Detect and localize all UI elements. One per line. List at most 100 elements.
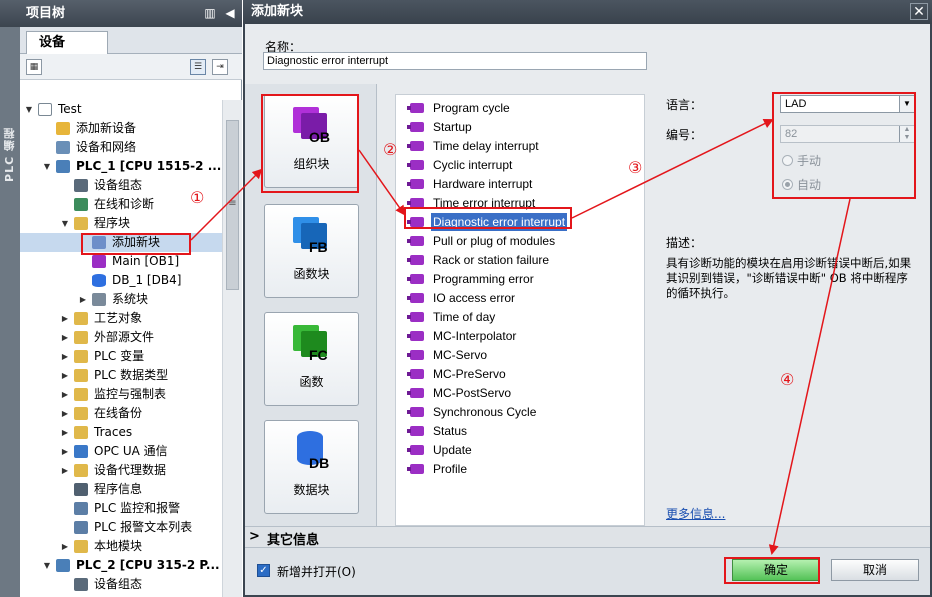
tree-item[interactable]: ▼ PLC_1 [CPU 1515-2 ... xyxy=(20,157,222,176)
tree-item[interactable]: 添加新块 xyxy=(20,233,222,252)
tree-item[interactable]: 设备组态 xyxy=(20,575,222,594)
tree-item[interactable]: PLC 监控和报警 xyxy=(20,499,222,518)
ob-list-item-label: Pull or plug of modules xyxy=(433,234,556,248)
side-strip[interactable]: PLC 编程 xyxy=(0,27,20,597)
radio-auto-label: 自动 xyxy=(797,178,822,192)
close-icon[interactable]: ✕ xyxy=(910,3,928,20)
tree-item[interactable]: ▼ Test xyxy=(20,100,222,119)
collapse-arrow-icon[interactable]: ▶ xyxy=(60,404,70,423)
block-type-fc-button[interactable]: FC 函数 xyxy=(264,312,359,406)
fb-block-icon: FB xyxy=(287,215,335,255)
tree-item[interactable]: ▶ 设备代理数据 xyxy=(20,461,222,480)
ob-list-item-label: MC-Servo xyxy=(433,348,488,362)
tree-item-label: 设备和网络 xyxy=(76,140,137,154)
add-and-open-checkbox[interactable]: ✓ xyxy=(257,564,270,577)
collapse-arrow-icon[interactable]: ▶ xyxy=(78,290,88,309)
collapse-arrow-icon[interactable]: ▶ xyxy=(60,423,70,442)
folder-icon xyxy=(74,312,88,325)
block-type-db-button[interactable]: DB 数据块 xyxy=(264,420,359,514)
tree-item-label: 添加新块 xyxy=(112,235,161,249)
expand-arrow-icon[interactable]: ▼ xyxy=(60,214,70,233)
expand-arrow-icon[interactable]: ▼ xyxy=(24,100,34,119)
ob-list-item-label: Rack or station failure xyxy=(433,253,550,267)
language-select[interactable]: LAD ▼ xyxy=(780,95,915,113)
alarm-icon xyxy=(74,521,88,534)
tree-item[interactable]: ▶ OPC UA 通信 xyxy=(20,442,222,461)
collapse-arrow-icon[interactable]: ▶ xyxy=(60,328,70,347)
folder-icon xyxy=(74,350,88,363)
tree-item-label: 工艺对象 xyxy=(94,311,143,325)
cancel-button[interactable]: 取消 xyxy=(831,559,919,581)
properties-icon[interactable]: ▦ xyxy=(26,59,42,75)
tree-item[interactable]: ▶ Traces xyxy=(20,423,222,442)
ob-block-small-icon xyxy=(407,312,424,322)
tree-item[interactable]: ▶ 监控与强制表 xyxy=(20,385,222,404)
tree-item-label: 在线和诊断 xyxy=(94,197,155,211)
block-name-input[interactable]: Diagnostic error interrupt xyxy=(263,52,647,70)
collapse-panel-icon[interactable]: ◀ xyxy=(223,5,237,21)
collapse-arrow-icon[interactable]: ▶ xyxy=(60,347,70,366)
tree-item-label: PLC 变量 xyxy=(94,349,145,363)
ob-list-item-label: Program cycle xyxy=(433,101,510,115)
export-icon[interactable]: ⇥ xyxy=(212,59,228,75)
collapse-arrow-icon[interactable]: ▶ xyxy=(60,537,70,556)
cfg-icon xyxy=(74,578,88,591)
collapse-arrow-icon[interactable]: ▶ xyxy=(60,385,70,404)
tab-devices[interactable]: 设备 xyxy=(26,31,108,55)
chevron-down-icon[interactable]: ▼ xyxy=(899,96,914,112)
doc-icon xyxy=(38,103,52,116)
tree-item[interactable]: DB_1 [DB4] xyxy=(20,271,222,290)
tree-item[interactable]: PLC 报警文本列表 xyxy=(20,518,222,537)
tree-item[interactable]: 添加新设备 xyxy=(20,119,222,138)
collapse-arrow-icon[interactable]: ▶ xyxy=(60,461,70,480)
tree-item[interactable]: Main [OB1] xyxy=(20,252,222,271)
net-icon xyxy=(56,141,70,154)
block-type-pane: OB 组织块 FB 函数块 FC 函数 DB 数据块 xyxy=(245,84,377,526)
tree-item[interactable]: ▶ 外部源文件 xyxy=(20,328,222,347)
ob-block-small-icon xyxy=(407,255,424,265)
addblk-icon xyxy=(92,236,106,249)
split-view-icon[interactable]: ▥ xyxy=(203,5,217,21)
tree-item[interactable]: ▶ 工艺对象 xyxy=(20,309,222,328)
ob-list-item-label: Time of day xyxy=(433,310,496,324)
tree-item-label: 程序信息 xyxy=(94,482,143,496)
chevron-right-icon[interactable]: > xyxy=(249,529,260,544)
tree-item[interactable]: ▶ 系统块 xyxy=(20,290,222,309)
expand-arrow-icon[interactable]: ▼ xyxy=(42,157,52,176)
tree-item[interactable]: 设备和网络 xyxy=(20,138,222,157)
block-type-fc-label: 函数 xyxy=(299,375,324,389)
fb-tag: FB xyxy=(309,239,328,255)
plc-icon xyxy=(56,160,70,173)
tree-item[interactable]: ▶ PLC 数据类型 xyxy=(20,366,222,385)
tree-item-label: 监控与强制表 xyxy=(94,387,167,401)
collapse-arrow-icon[interactable]: ▶ xyxy=(60,442,70,461)
block-type-fb-button[interactable]: FB 函数块 xyxy=(264,204,359,298)
ok-button[interactable]: 确定 xyxy=(732,559,820,581)
folder-icon xyxy=(74,331,88,344)
folder-icon xyxy=(74,540,88,553)
collapse-arrow-icon[interactable]: ▶ xyxy=(60,366,70,385)
tree-item-label: OPC UA 通信 xyxy=(94,444,168,458)
collapse-arrow-icon[interactable]: ▶ xyxy=(60,309,70,328)
ob-list-item-label: Status xyxy=(433,424,468,438)
more-info-link[interactable]: 更多信息... xyxy=(666,505,725,522)
number-label: 编号： xyxy=(666,128,703,142)
list-view-icon[interactable]: ☰ xyxy=(190,59,206,75)
ob-block-small-icon xyxy=(407,274,424,284)
expand-arrow-icon[interactable]: ▼ xyxy=(42,556,52,575)
tree-item[interactable]: ▶ PLC 变量 xyxy=(20,347,222,366)
tree-scrollbar[interactable]: ≡ xyxy=(222,100,242,597)
tree-item[interactable]: ▶ 在线备份 xyxy=(20,404,222,423)
tree-item[interactable]: ▼ 程序块 xyxy=(20,214,222,233)
alarm-icon xyxy=(74,502,88,515)
ob-block-small-icon xyxy=(407,217,424,227)
radio-manual-dot xyxy=(782,155,793,166)
block-type-ob-button[interactable]: OB 组织块 xyxy=(264,94,359,188)
tree-item[interactable]: 程序信息 xyxy=(20,480,222,499)
folder-icon xyxy=(74,426,88,439)
ob-list-item-label: Time error interrupt xyxy=(433,196,536,210)
tree-item[interactable]: ▶ 本地模块 xyxy=(20,537,222,556)
folder-icon xyxy=(74,388,88,401)
extra-info-section[interactable]: > 其它信息 xyxy=(245,526,930,548)
tree-item[interactable]: ▼ PLC_2 [CPU 315-2 P... xyxy=(20,556,222,575)
